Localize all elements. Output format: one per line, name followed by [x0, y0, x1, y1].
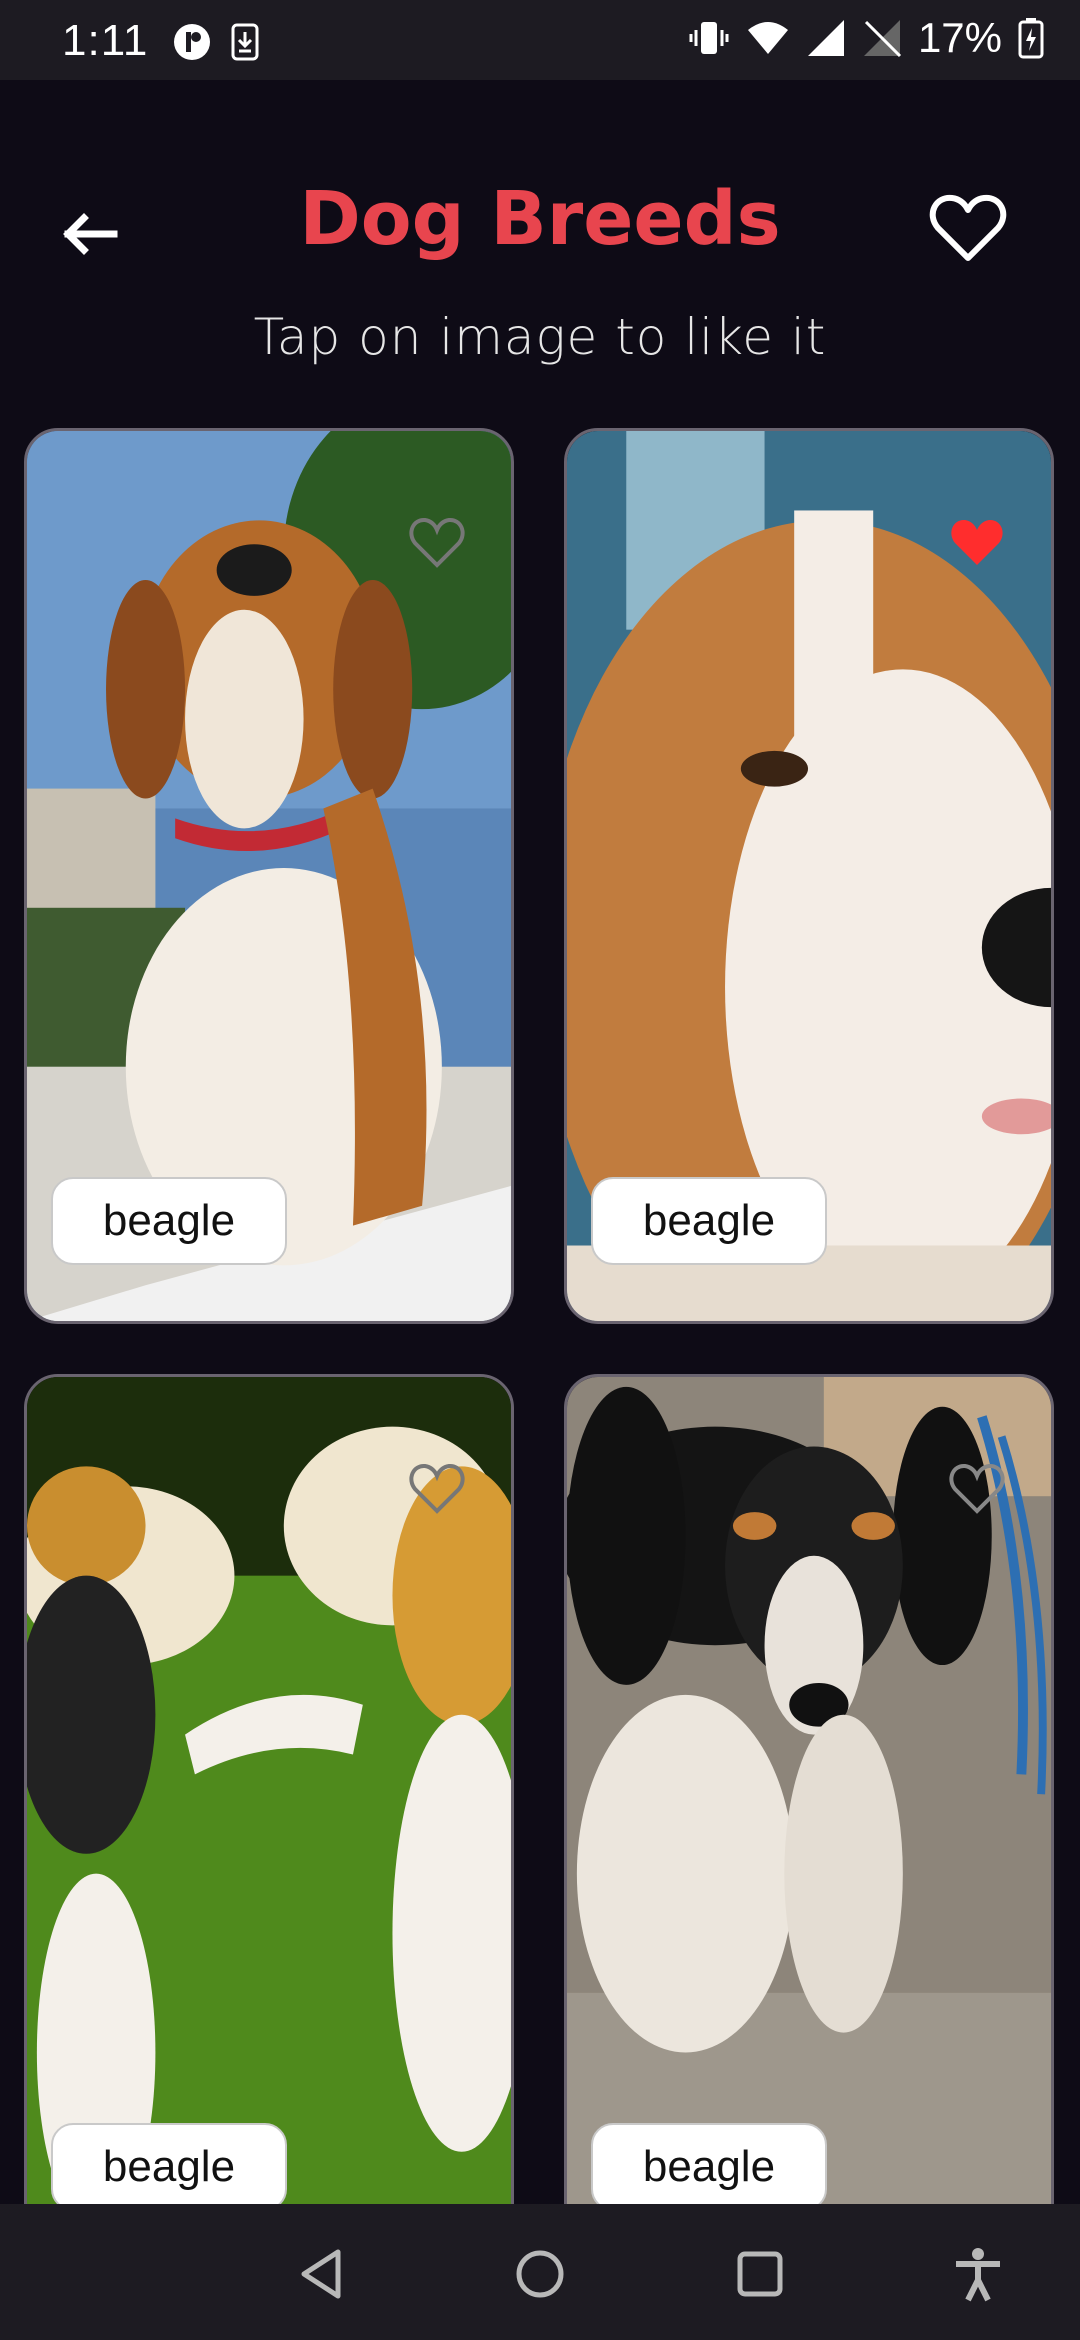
like-heart-icon[interactable] [407, 515, 467, 571]
download-icon [231, 23, 259, 61]
back-triangle-icon[interactable] [292, 2244, 352, 2304]
home-circle-icon[interactable] [510, 2244, 570, 2304]
accessibility-icon[interactable] [948, 2244, 1008, 2304]
system-status-icons: 17% [688, 14, 1044, 62]
dog-card[interactable]: beagle [24, 1374, 514, 2270]
status-time: 1:11 [62, 16, 149, 65]
dog-card[interactable]: beagle [24, 428, 514, 1324]
app-notification-icon [174, 24, 210, 60]
battery-percent: 17% [917, 14, 1002, 61]
battery-charging-icon [1018, 18, 1044, 59]
status-bar: 1:11 17% [0, 0, 1080, 80]
page-title: Dog Breeds [299, 176, 781, 262]
like-heart-icon[interactable] [407, 1461, 467, 1517]
wifi-icon [747, 22, 788, 54]
dog-card[interactable]: beagle [564, 1374, 1054, 2270]
page-subtitle: Tap on image to like it [253, 308, 827, 366]
liked-heart-icon[interactable] [947, 515, 1007, 571]
no-sim-icon [863, 20, 901, 58]
vibrate-icon [689, 22, 729, 54]
breed-label: beagle [51, 1177, 287, 1265]
app-screen: Dog Breeds Tap on image to like it beagl… [0, 80, 1080, 2270]
breed-label: beagle [591, 2123, 827, 2211]
notification-icons [172, 22, 260, 62]
system-navigation-bar [0, 2204, 1080, 2340]
breed-label: beagle [591, 1177, 827, 1265]
recents-square-icon[interactable] [730, 2244, 790, 2304]
dog-card[interactable]: beagle [564, 428, 1054, 1324]
breed-label: beagle [51, 2123, 287, 2211]
like-heart-icon[interactable] [947, 1461, 1007, 1517]
signal-icon [807, 20, 844, 56]
favorites-heart-icon[interactable] [928, 188, 1008, 268]
